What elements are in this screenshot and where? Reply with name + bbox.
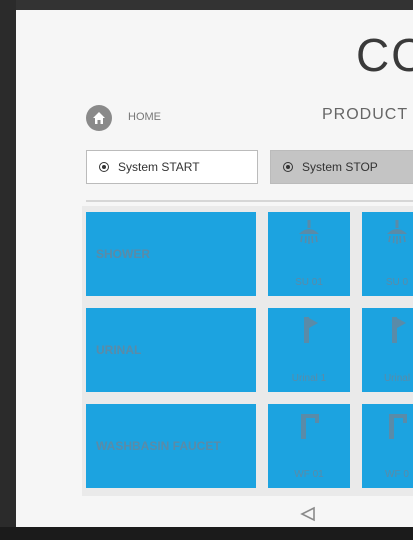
category-shower[interactable]: SHOWER: [86, 212, 256, 296]
category-label: SHOWER: [96, 247, 150, 261]
tile-label: SU 01: [295, 277, 323, 288]
tile-label: Urinal: [383, 373, 411, 384]
shower-icon: [299, 220, 319, 244]
product-tile-su-01[interactable]: SU 01: [268, 212, 350, 296]
radio-icon: [283, 162, 293, 172]
brand-logo: CO: [356, 29, 413, 81]
device-bezel-bottom: [0, 527, 413, 540]
product-tile-urinal-1[interactable]: Urinal 1: [268, 308, 350, 392]
tile-label: WF 0: [385, 469, 409, 480]
category-label: WASHBASIN FAUCET: [96, 439, 221, 453]
app-screen: CO HOME PRODUCT System START System STOP…: [16, 10, 413, 527]
home-icon[interactable]: [86, 105, 112, 131]
system-start-label: System START: [118, 160, 200, 174]
radio-icon: [99, 162, 109, 172]
tile-label: Urinal 1: [291, 373, 327, 384]
tile-label: WF 01: [294, 469, 324, 480]
system-start-button[interactable]: System START: [86, 150, 258, 184]
urinal-flush-icon: [392, 317, 406, 343]
page-title: PRODUCT: [322, 106, 409, 123]
shower-icon: [387, 220, 407, 244]
product-tile-wf-02[interactable]: WF 0: [362, 404, 413, 488]
system-stop-button[interactable]: System STOP: [270, 150, 413, 184]
urinal-flush-icon: [304, 317, 318, 343]
product-tile-wf-01[interactable]: WF 01: [268, 404, 350, 488]
category-washbasin-faucet[interactable]: WASHBASIN FAUCET: [86, 404, 256, 488]
product-tile-su-02[interactable]: SU 0: [362, 212, 413, 296]
home-link[interactable]: HOME: [128, 111, 161, 123]
device-bezel-top: [0, 0, 413, 10]
back-icon[interactable]: [298, 506, 318, 522]
divider: [86, 200, 413, 202]
device-bezel-left: [0, 0, 16, 540]
category-urinal[interactable]: URINAL: [86, 308, 256, 392]
system-stop-label: System STOP: [302, 160, 378, 174]
faucet-icon: [389, 414, 407, 439]
bottom-nav-bar: [16, 496, 413, 527]
product-tile-urinal-2[interactable]: Urinal: [362, 308, 413, 392]
home-glyph-icon: [93, 112, 105, 124]
faucet-icon: [301, 414, 319, 439]
tile-label: SU 0: [385, 277, 409, 288]
category-label: URINAL: [96, 343, 142, 357]
